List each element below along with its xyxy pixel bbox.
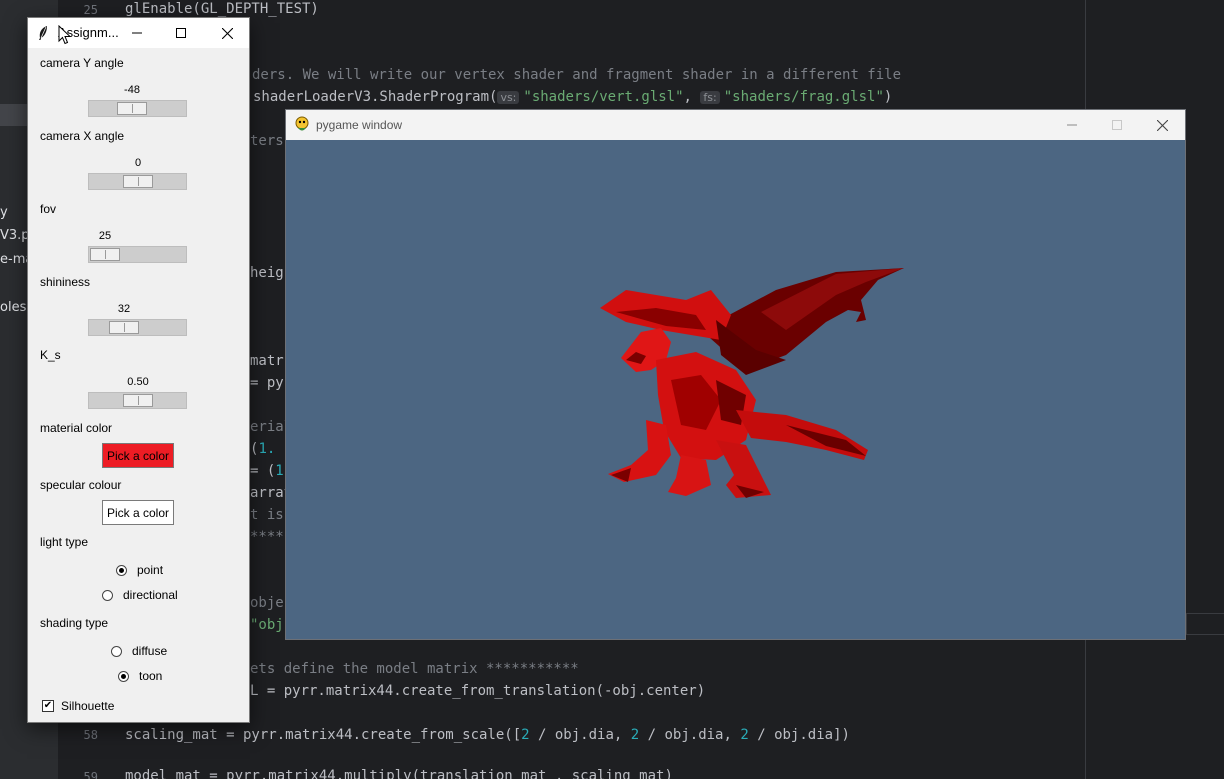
ks-slider[interactable] (88, 392, 187, 409)
code-number: 1. (258, 441, 276, 457)
code-token: = ( (250, 463, 276, 479)
light-type-point-radio[interactable]: point (116, 563, 163, 577)
render-viewport[interactable] (286, 140, 1185, 639)
slider-handle[interactable] (109, 321, 139, 334)
fov-label: fov (40, 202, 57, 216)
pygame-close-button[interactable] (1139, 110, 1185, 140)
code-string: "shaders/frag.glsl" (723, 89, 884, 105)
shininess-value: 32 (117, 303, 131, 315)
code-token: ) (883, 89, 893, 105)
feather-icon (39, 26, 47, 40)
code-token: scaling_mat = pyrr.matrix44.create_from_… (125, 727, 522, 743)
slider-handle[interactable] (117, 102, 147, 115)
red-dragon-model (600, 268, 904, 498)
close-icon (221, 27, 233, 39)
code-line[interactable]: = (1 (250, 463, 284, 479)
radio-label: toon (139, 669, 163, 683)
line-number: 59 (83, 770, 98, 779)
camera-y-angle-value: -48 (124, 84, 140, 96)
slider-handle[interactable] (123, 175, 153, 188)
code-token: / obj.dia]) (748, 727, 850, 743)
code-token: , (683, 89, 692, 105)
silhouette-checkbox[interactable]: ✔ Silhouette (42, 699, 114, 713)
fov-value: 25 (98, 230, 112, 242)
slider-handle[interactable] (123, 394, 153, 407)
radio-label: directional (123, 588, 178, 602)
close-icon (1156, 119, 1168, 131)
close-button[interactable] (205, 18, 249, 48)
code-line[interactable]: ters (250, 133, 284, 149)
code-token: shaderLoaderV3.ShaderProgram( (253, 89, 498, 105)
code-line[interactable]: scaling_mat = pyrr.matrix44.create_from_… (125, 727, 850, 743)
material-color-label: material color (40, 421, 113, 435)
pygame-window: pygame window (285, 109, 1186, 640)
ks-label: K_s (40, 348, 61, 362)
checkbox-label: Silhouette (61, 699, 115, 713)
camera-x-angle-slider[interactable] (88, 173, 187, 190)
slider-handle[interactable] (90, 248, 120, 261)
param-hint: fs: (700, 91, 720, 104)
radio-label: diffuse (132, 644, 168, 658)
pygame-minimize-button[interactable] (1049, 110, 1095, 140)
radio-dot[interactable] (102, 589, 113, 601)
code-number: 2 (630, 727, 640, 743)
minimize-icon (1067, 124, 1077, 126)
minimize-button[interactable] (115, 18, 159, 48)
specular-colour-button[interactable]: Pick a color (102, 500, 174, 525)
param-hint: vs: (497, 91, 520, 104)
project-item[interactable]: y (0, 205, 8, 220)
minimize-icon (132, 32, 142, 34)
fov-slider[interactable] (88, 246, 187, 263)
code-number: 2 (740, 727, 749, 743)
radio-label: point (137, 563, 164, 577)
code-line[interactable]: obje (250, 595, 284, 611)
shininess-slider[interactable] (88, 319, 187, 336)
mouse-cursor-icon (58, 25, 72, 45)
code-line[interactable]: ders. We will write our vertex shader an… (252, 67, 901, 83)
code-number: 1 (275, 463, 284, 479)
code-line[interactable]: L = pyrr.matrix44.create_from_translatio… (250, 683, 705, 699)
maximize-button[interactable] (159, 18, 203, 48)
camera-y-angle-label: camera Y angle (40, 56, 124, 70)
code-line[interactable]: ets define the model matrix *********** (250, 661, 579, 677)
light-type-label: light type (40, 535, 89, 549)
code-line[interactable]: glEnable(GL_DEPTH_TEST) (125, 1, 319, 17)
pygame-maximize-button[interactable] (1094, 110, 1140, 140)
maximize-icon (176, 28, 186, 38)
code-string: "shaders/vert.glsl" (523, 89, 684, 105)
checkbox-box[interactable]: ✔ (42, 700, 54, 712)
radio-dot[interactable] (111, 645, 122, 657)
camera-x-angle-label: camera X angle (40, 129, 125, 143)
radio-dot[interactable] (118, 670, 129, 682)
camera-y-angle-slider[interactable] (88, 100, 187, 117)
current-line-highlight (1186, 613, 1224, 635)
code-line[interactable]: model_mat = pyrr.matrix44.multiply(trans… (125, 768, 673, 779)
code-line[interactable]: t is (250, 507, 284, 523)
light-type-directional-radio[interactable]: directional (102, 588, 178, 602)
maximize-icon (1112, 120, 1122, 130)
shading-type-toon-radio[interactable]: toon (118, 669, 162, 683)
code-line[interactable]: shaderLoaderV3.ShaderProgram(vs: "shaders… (253, 89, 892, 105)
controls-window: Assignm... camera Y angle -48 camera X a… (27, 17, 250, 723)
code-token: / obj.dia, (639, 727, 741, 743)
material-color-button[interactable]: Pick a color (102, 443, 174, 468)
project-item[interactable]: oles (0, 300, 26, 315)
radio-dot[interactable] (116, 564, 127, 576)
shininess-label: shininess (40, 275, 91, 289)
code-line[interactable]: (1. (250, 441, 275, 457)
code-number: 2 (521, 727, 530, 743)
camera-x-angle-value: 0 (134, 157, 142, 169)
code-token: / obj.dia, (529, 727, 631, 743)
ks-value: 0.50 (127, 376, 149, 388)
line-number: 25 (83, 3, 98, 17)
shading-type-diffuse-radio[interactable]: diffuse (111, 644, 167, 658)
code-line[interactable]: "obj (250, 617, 284, 633)
pygame-titlebar[interactable]: pygame window (286, 110, 1185, 140)
line-number: 58 (83, 728, 98, 742)
pygame-snake-icon (295, 116, 309, 131)
specular-colour-label: specular colour (40, 478, 122, 492)
pygame-window-title: pygame window (316, 118, 403, 132)
shading-type-label: shading type (40, 616, 109, 630)
code-line[interactable]: matr (250, 353, 284, 369)
